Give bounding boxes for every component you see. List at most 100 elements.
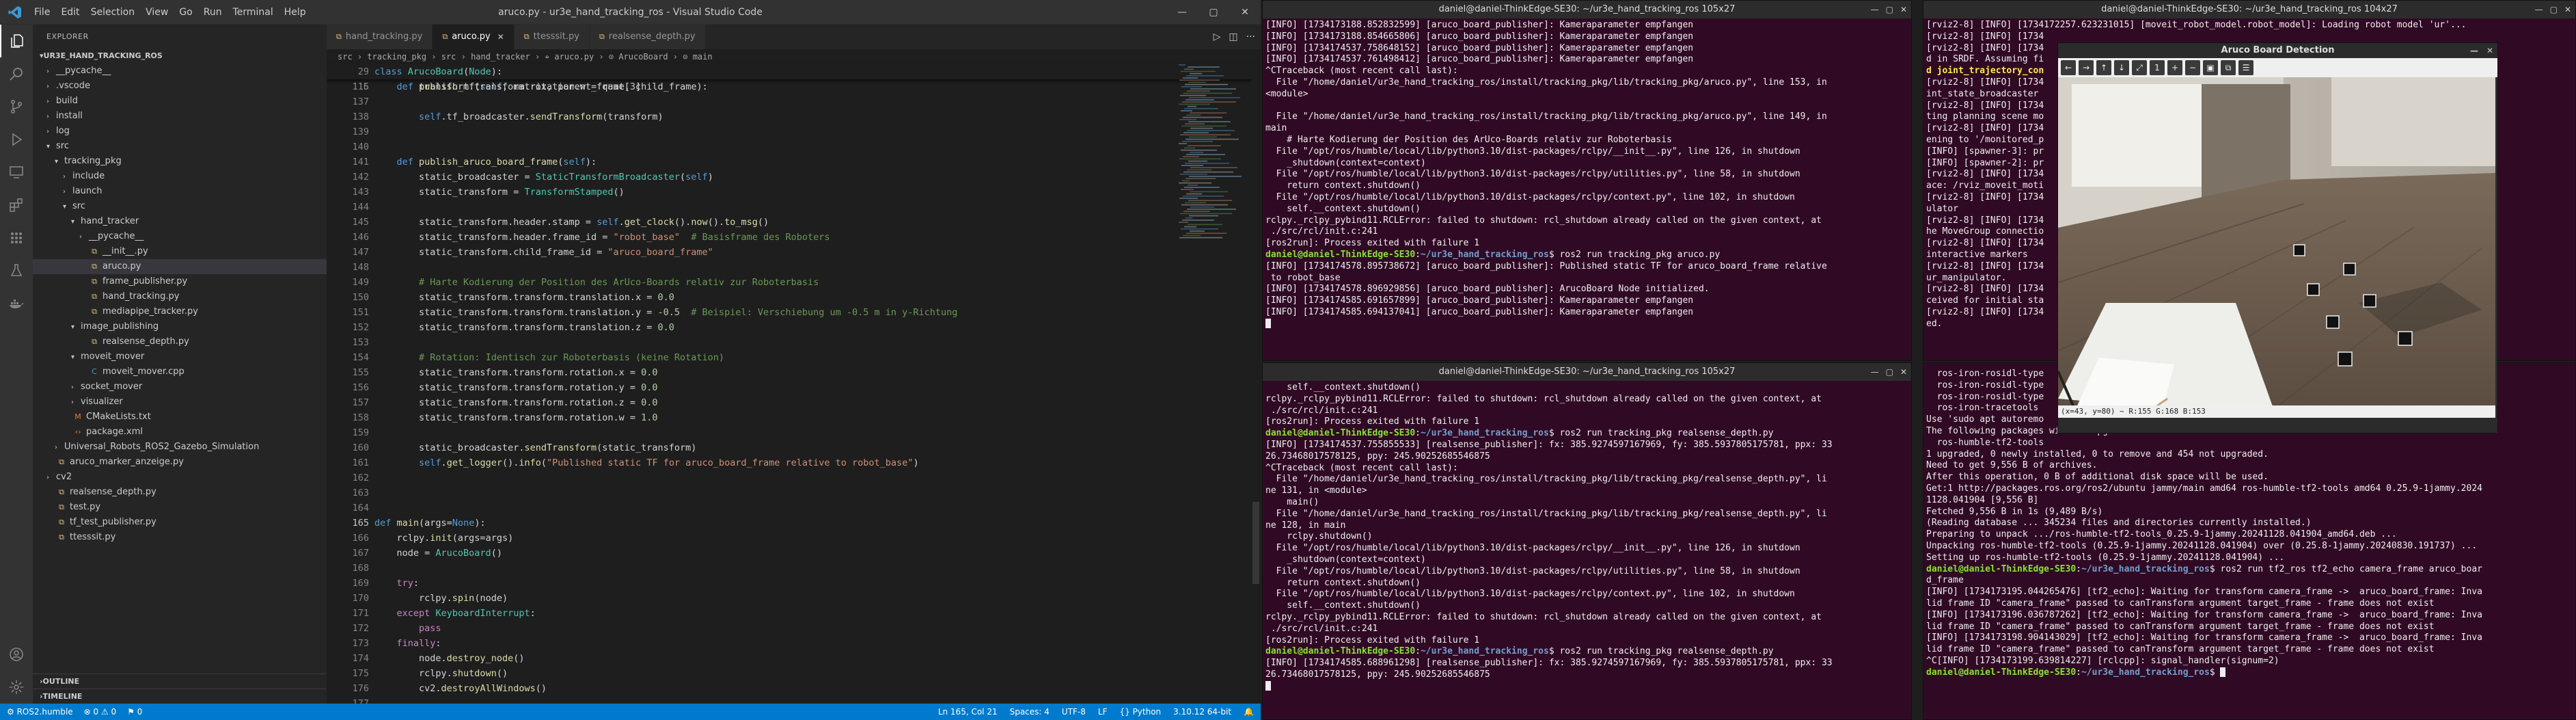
file-item[interactable]: ⧉ mediapipe_tracker.py (33, 304, 327, 319)
explorer-icon[interactable] (0, 25, 33, 57)
code-line[interactable]: 166 rclpy.init(args=args) (327, 531, 1261, 546)
source-control-icon[interactable] (0, 90, 33, 123)
scrollbar-thumb[interactable] (1252, 502, 1259, 584)
code-editor[interactable]: 116 transform.transform.rotation.w = qua… (327, 79, 1261, 704)
file-item[interactable]: ⧉ test.py (33, 500, 327, 515)
status-item[interactable]: ⚙ ROS2.humble (7, 704, 73, 720)
terminal-window-realsense[interactable]: daniel@daniel-ThinkEdge-SE30: ~/ur3e_han… (1262, 362, 1912, 720)
code-line[interactable]: 169 try: (327, 576, 1261, 591)
minimize-button[interactable]: — (1871, 363, 1879, 381)
code-line[interactable]: 146 static_transform.header.frame_id = "… (327, 230, 1261, 245)
file-item[interactable]: Cmoveit_mover.cpp (33, 364, 327, 379)
docker-icon[interactable] (0, 287, 33, 320)
code-line[interactable]: 141 def publish_aruco_board_frame(self): (327, 155, 1261, 170)
editor-tab[interactable]: ⧉ ttesssit.py (514, 25, 590, 49)
close-button[interactable]: ✕ (1229, 0, 1261, 25)
code-line[interactable]: 156 static_transform.transform.rotation.… (327, 380, 1261, 395)
file-item[interactable]: ⧉ ttesssit.py (33, 530, 327, 545)
folder-item[interactable]: › .vscode (33, 79, 327, 94)
pan-down-icon[interactable]: ↓ (2114, 60, 2129, 75)
maximize-button[interactable]: ▢ (1886, 1, 1893, 18)
maximize-button[interactable]: ▢ (2550, 1, 2558, 18)
code-line[interactable]: 151 static_transform.transform.translati… (327, 305, 1261, 320)
folder-item[interactable]: ▾ moveit_mover (33, 349, 327, 364)
file-item[interactable]: ⧉ aruco.py (33, 259, 327, 274)
search-icon[interactable] (0, 57, 33, 90)
status-item[interactable]: {} Python (1119, 704, 1161, 720)
status-item[interactable]: Ln 165, Col 21 (938, 704, 998, 720)
code-line[interactable]: 167 node = ArucoBoard() (327, 546, 1261, 561)
menu-run[interactable]: Run (198, 7, 228, 18)
file-item[interactable]: M CMakeLists.txt (33, 410, 327, 425)
code-line[interactable]: 172 pass (327, 621, 1261, 636)
testing-icon[interactable] (0, 254, 33, 287)
zoom-in-icon[interactable]: + (2167, 60, 2182, 75)
folder-item[interactable]: › visualizer (33, 395, 327, 410)
outline-section[interactable]: ›OUTLINE (33, 674, 327, 689)
code-line[interactable]: 170 rclpy.spin(node) (327, 591, 1261, 606)
code-line[interactable]: 148 (327, 260, 1261, 275)
folder-item[interactable]: › include (33, 169, 327, 184)
terminal-output[interactable]: [INFO] [1734173188.852832599] [aruco_boa… (1263, 18, 1911, 332)
code-line[interactable]: 145 static_transform.header.stamp = self… (327, 215, 1261, 230)
menu-go[interactable]: Go (174, 7, 197, 18)
status-item[interactable]: UTF-8 (1062, 704, 1086, 720)
account-icon[interactable] (0, 638, 33, 671)
minimize-button[interactable]: — (2470, 43, 2478, 58)
editor-tab[interactable]: ⧉ realsense_depth.py (589, 25, 706, 49)
code-line[interactable]: 177 (327, 696, 1261, 704)
code-line[interactable]: 153 (327, 335, 1261, 350)
folder-item[interactable]: ▾ src (33, 199, 327, 214)
camera-image[interactable]: (x=43, y=80) ~ R:155 G:168 B:153 (2058, 77, 2495, 418)
code-line[interactable]: 163 (327, 485, 1261, 501)
code-line[interactable]: 149 # Harte Kodierung der Position des A… (327, 275, 1261, 290)
folder-item[interactable]: › launch (33, 184, 327, 199)
file-item[interactable]: ⧉ realsense_depth.py (33, 485, 327, 500)
code-line[interactable]: 164 (327, 501, 1261, 516)
run-python-file-icon[interactable]: ▷ (1214, 31, 1221, 42)
more-actions-icon[interactable]: ··· (1246, 31, 1255, 42)
folder-item[interactable]: ▾ tracking_pkg (33, 154, 327, 169)
menu-view[interactable]: View (140, 7, 174, 18)
code-line[interactable]: 173 finally: (327, 636, 1261, 651)
code-line[interactable]: 154 # Rotation: Identisch zur Roboterbas… (327, 350, 1261, 365)
status-item[interactable]: Spaces: 4 (1010, 704, 1050, 720)
properties-icon[interactable]: ☰ (2238, 60, 2253, 75)
menu-terminal[interactable]: Terminal (228, 7, 279, 18)
minimap[interactable] (1176, 64, 1251, 242)
folder-item[interactable]: › Universal_Robots_ROS2_Gazebo_Simulation (33, 440, 327, 455)
code-line[interactable]: 143 static_transform = TransformStamped(… (327, 185, 1261, 200)
folder-item[interactable]: › socket_mover (33, 379, 327, 395)
ros-icon[interactable] (0, 222, 33, 254)
close-tab-icon[interactable]: ✕ (497, 25, 504, 49)
file-item[interactable]: ⧉ tf_test_publisher.py (33, 515, 327, 530)
save-icon[interactable]: ▣ (2203, 60, 2218, 75)
code-line[interactable]: 161 self.get_logger().info("Published st… (327, 455, 1261, 470)
folder-item[interactable]: › __pycache__ (33, 229, 327, 244)
folder-item[interactable]: › install (33, 109, 327, 124)
code-line[interactable]: 147 static_transform.child_frame_id = "a… (327, 245, 1261, 260)
code-line[interactable]: 137 (327, 94, 1261, 109)
code-line[interactable]: 171 except KeyboardInterrupt: (327, 606, 1261, 621)
copy-icon[interactable]: ⧉ (2221, 60, 2236, 75)
terminal-window-aruco[interactable]: daniel@daniel-ThinkEdge-SE30: ~/ur3e_han… (1262, 0, 1912, 361)
code-line[interactable]: 168 (327, 561, 1261, 576)
minimize-button[interactable]: — (1871, 1, 1879, 18)
maximize-button[interactable]: ▢ (1886, 363, 1893, 381)
code-line[interactable]: 162 (327, 470, 1261, 485)
code-line[interactable]: 160 static_broadcaster.sendTransform(sta… (327, 440, 1261, 455)
code-line[interactable]: 142 static_broadcaster = StaticTransform… (327, 170, 1261, 185)
code-line[interactable]: 165 def main(args=None): (327, 516, 1261, 531)
close-button[interactable]: ✕ (1900, 1, 1907, 18)
code-line[interactable]: 138 self.tf_broadcaster.sendTransform(tr… (327, 109, 1261, 124)
code-line[interactable]: 140 (327, 139, 1261, 155)
code-line[interactable]: 116 transform.transform.rotation.w = qua… (327, 79, 1261, 94)
code-line[interactable]: 176 cv2.destroyAllWindows() (327, 681, 1261, 696)
menu-file[interactable]: File (29, 7, 55, 18)
folder-item[interactable]: › __pycache__ (33, 64, 327, 79)
minimize-button[interactable]: — (1166, 0, 1198, 25)
code-line[interactable]: 158 static_transform.transform.rotation.… (327, 410, 1261, 425)
maximize-button[interactable]: ▢ (1198, 0, 1229, 25)
code-line[interactable]: 150 static_transform.transform.translati… (327, 290, 1261, 305)
zoom-100-icon[interactable]: 1 (2150, 60, 2165, 75)
